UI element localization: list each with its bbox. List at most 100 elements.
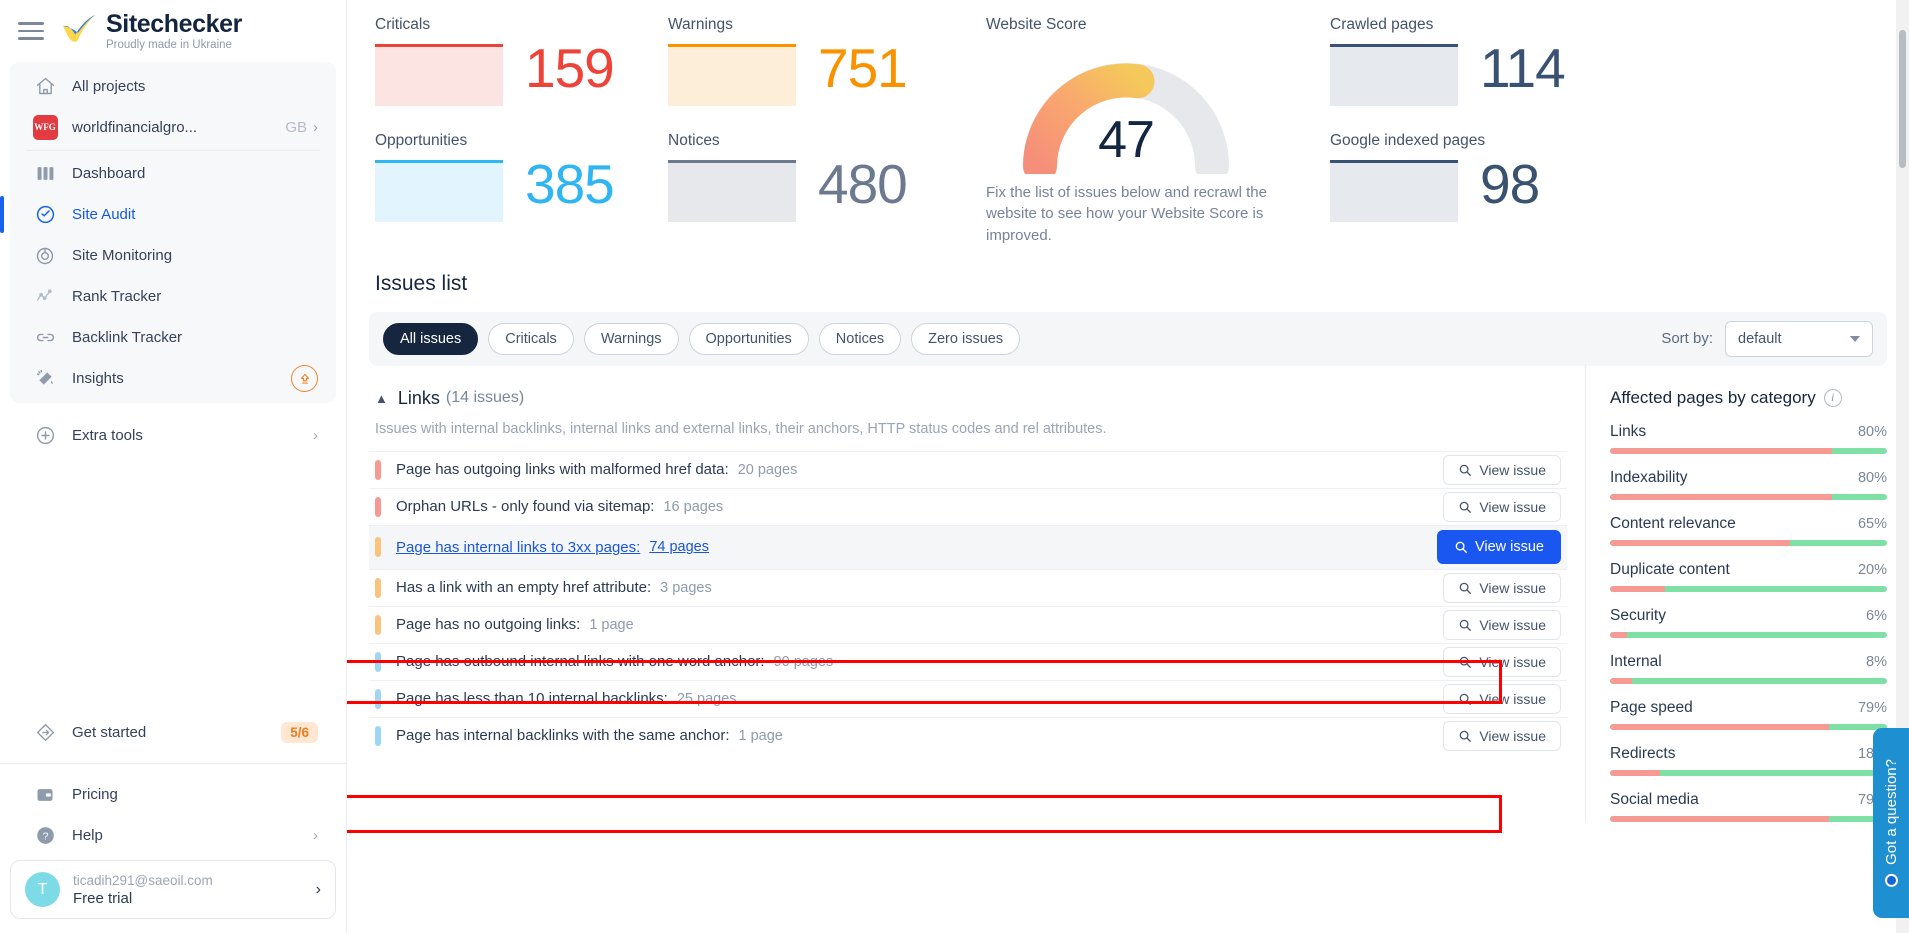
- pricing-icon: [32, 783, 58, 807]
- filter-chip-opportunities[interactable]: Opportunities: [688, 322, 809, 355]
- view-issue-button[interactable]: View issue: [1443, 720, 1561, 751]
- search-icon: [1460, 619, 1472, 631]
- metric-card-criticals: Criticals 159: [375, 16, 668, 106]
- sidebar-item-backlink-tracker[interactable]: Backlink Tracker: [10, 317, 336, 358]
- issue-row-highlighted-3xx[interactable]: Page has internal links to 3xx pages: 74…: [369, 524, 1567, 569]
- category-bar: [1610, 631, 1887, 638]
- sidebar-item-project[interactable]: WFG worldfinancialgro... GB ›: [10, 107, 336, 148]
- severity-indicator-critical: [375, 496, 381, 517]
- issue-list: Page has outgoing links with malformed h…: [369, 450, 1567, 754]
- status-dot-icon: [1884, 873, 1898, 887]
- search-icon: [1455, 542, 1467, 554]
- sidebar-item-extra-tools[interactable]: Extra tools ›: [10, 415, 336, 456]
- category-name: Content relevance: [1610, 514, 1736, 532]
- severity-indicator-warning: [375, 537, 381, 558]
- filter-chip-notices[interactable]: Notices: [818, 322, 902, 355]
- issue-row[interactable]: Has a link with an empty href attribute:…: [369, 568, 1567, 606]
- issue-row[interactable]: Page has less than 10 internal backlinks…: [369, 679, 1567, 717]
- project-country-code: GB: [285, 119, 307, 136]
- website-score-title: Website Score: [986, 16, 1087, 33]
- severity-indicator-warning: [375, 577, 381, 598]
- category-name: Redirects: [1610, 744, 1676, 762]
- website-score-note: Fix the list of issues below and recrawl…: [986, 184, 1267, 244]
- sidebar-item-label: Site Monitoring: [72, 247, 173, 264]
- website-score-card: Website Score 47 Fix the list of issues …: [986, 16, 1312, 246]
- sidebar-item-rank-tracker[interactable]: Rank Tracker: [10, 276, 336, 317]
- filter-chip-all-issues[interactable]: All issues: [383, 322, 479, 355]
- chevron-right-icon[interactable]: ›: [316, 881, 321, 899]
- chevron-right-icon[interactable]: ›: [313, 427, 318, 444]
- sidebar-item-label: Pricing: [72, 786, 118, 803]
- issue-page-count: 20 pages: [737, 461, 798, 478]
- filter-chip-criticals[interactable]: Criticals: [488, 322, 574, 355]
- issue-group-name: Links: [397, 387, 440, 408]
- search-icon: [1460, 501, 1472, 513]
- view-issue-label: View issue: [1479, 727, 1546, 744]
- view-issue-button[interactable]: View issue: [1443, 609, 1561, 640]
- view-issue-button[interactable]: View issue: [1443, 454, 1561, 485]
- metric-title: Warnings: [668, 16, 733, 33]
- sidebar-item-all-projects[interactable]: All projects: [10, 66, 336, 107]
- sidebar-projects-group: All projects WFG worldfinancialgro... GB…: [0, 62, 336, 403]
- hamburger-menu-icon[interactable]: [18, 20, 44, 42]
- issue-title: Page has internal backlinks with the sam…: [396, 727, 730, 745]
- sort-select-value: default: [1738, 330, 1782, 347]
- filter-chip-zero-issues[interactable]: Zero issues: [911, 322, 1021, 355]
- sidebar-item-insights[interactable]: Insights: [10, 358, 336, 399]
- sidebar-item-dashboard[interactable]: Dashboard: [10, 153, 336, 194]
- sidebar: Sitechecker Proudly made in Ukraine All …: [0, 0, 347, 933]
- issue-page-count[interactable]: 74 pages: [649, 539, 709, 555]
- sidebar-item-site-audit[interactable]: Site Audit: [0, 194, 336, 235]
- view-issue-button-primary[interactable]: View issue: [1436, 530, 1561, 565]
- account-email: ticadih291@saeoil.com: [73, 872, 213, 888]
- filter-chip-warnings[interactable]: Warnings: [583, 322, 679, 355]
- issue-group-header[interactable]: ▲ Links (14 issues): [369, 388, 1567, 409]
- sidebar-item-get-started[interactable]: Get started 5/6: [10, 712, 336, 753]
- sidebar-item-help[interactable]: ? Help ›: [10, 815, 336, 856]
- issue-title[interactable]: Page has internal links to 3xx pages:: [396, 539, 640, 556]
- issue-row[interactable]: Page has outgoing links with malformed h…: [369, 450, 1567, 488]
- got-a-question-widget[interactable]: Got a question?: [1873, 728, 1909, 918]
- metrics-summary: Criticals 159 Opportunities 385 Warnings…: [347, 0, 1909, 246]
- brand-logo[interactable]: Sitechecker Proudly made in Ukraine: [60, 11, 242, 51]
- sidebar-bottom-group: Pricing ? Help ›: [10, 770, 336, 860]
- category-name: Links: [1610, 422, 1647, 440]
- issue-row[interactable]: Orphan URLs - only found via sitemap: 16…: [369, 487, 1567, 525]
- sidebar-extra-group: Extra tools ›: [10, 411, 336, 460]
- view-issue-label: View issue: [1479, 461, 1546, 478]
- sidebar-item-site-monitoring[interactable]: Site Monitoring: [10, 235, 336, 276]
- chevron-right-icon[interactable]: ›: [313, 827, 318, 844]
- metric-value: 751: [818, 37, 908, 99]
- category-bar: [1610, 723, 1887, 730]
- account-card[interactable]: T ticadih291@saeoil.com Free trial ›: [10, 860, 336, 919]
- category-item: Content relevance 65%: [1610, 515, 1887, 546]
- metric-card-notices: Notices 480: [668, 132, 986, 222]
- chevron-right-icon[interactable]: ›: [313, 119, 318, 136]
- search-icon: [1460, 656, 1472, 668]
- issue-page-count: 16 pages: [663, 498, 724, 515]
- metric-value: 159: [525, 37, 615, 99]
- issue-row[interactable]: Page has no outgoing links: 1 page View …: [369, 605, 1567, 643]
- view-issue-button[interactable]: View issue: [1443, 646, 1561, 677]
- metric-title: Google indexed pages: [1330, 132, 1486, 149]
- upgrade-badge-icon[interactable]: [291, 365, 318, 392]
- info-icon[interactable]: i: [1823, 388, 1842, 407]
- issues-list-heading: Issues list: [375, 271, 468, 295]
- sidebar-getstarted-group: Get started 5/6: [10, 708, 336, 757]
- sidebar-item-pricing[interactable]: Pricing: [10, 774, 336, 815]
- view-issue-button[interactable]: View issue: [1443, 683, 1561, 714]
- sidebar-item-label: Get started: [72, 724, 147, 741]
- sort-by-label: Sort by:: [1661, 330, 1713, 348]
- issue-row-highlighted-one-word-anchor[interactable]: Page has outbound internal links with on…: [369, 642, 1567, 680]
- issue-row[interactable]: Page has internal backlinks with the sam…: [369, 716, 1567, 754]
- issue-page-count: 90 pages: [773, 653, 834, 670]
- backlink-tracker-icon: [32, 326, 58, 350]
- view-issue-button[interactable]: View issue: [1443, 572, 1561, 603]
- category-bar: [1610, 769, 1887, 776]
- chevron-up-icon[interactable]: ▲: [375, 391, 388, 406]
- view-issue-button[interactable]: View issue: [1443, 491, 1561, 522]
- sort-select[interactable]: default: [1725, 320, 1873, 357]
- website-score-value: 47: [1098, 111, 1155, 169]
- project-name-label: worldfinancialgro...: [72, 119, 198, 136]
- scrollbar-thumb[interactable]: [1899, 30, 1906, 168]
